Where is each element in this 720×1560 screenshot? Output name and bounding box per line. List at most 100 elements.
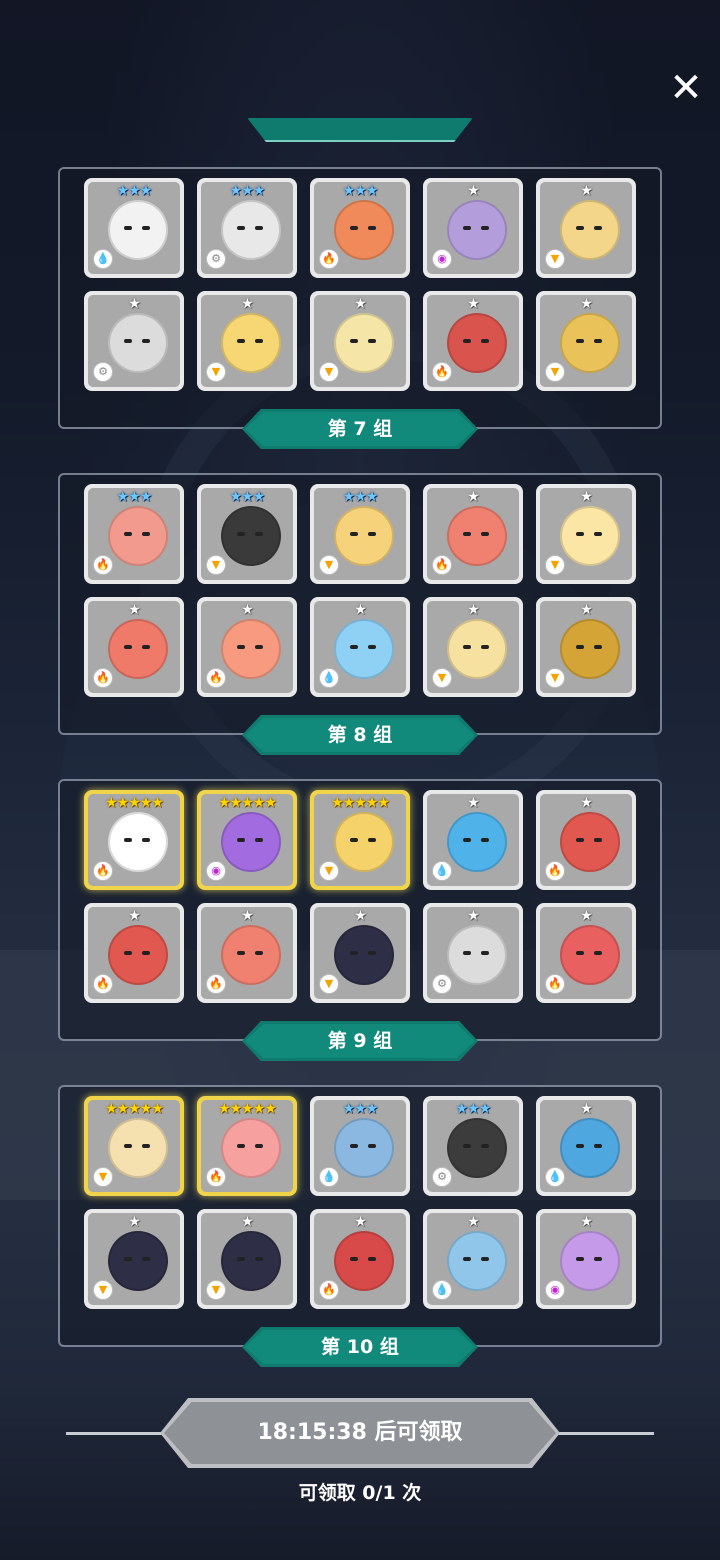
group-label: 第 7 组 [327,418,393,440]
hero-avatar [560,200,620,260]
star-rating: ★★★ [342,183,379,199]
hero-slot[interactable]: ★ 💧 [423,790,523,890]
hero-portrait: ★ ◉ [540,1213,632,1305]
hero-eye [255,532,263,536]
star-rating: ★★★★★ [105,795,164,811]
hero-slot[interactable]: ★★★★★ ▼ [84,1096,184,1196]
hero-slot[interactable]: ★★★ ⚙ [197,178,297,278]
hero-portrait: ★ 🔥 [88,907,180,999]
hero-slot[interactable]: ★ ◉ [423,178,523,278]
hero-slot[interactable]: ★★★ ▼ [310,484,410,584]
hero-avatar [221,200,281,260]
hero-avatar [447,1118,507,1178]
star-rating: ★★★★★ [218,1101,277,1117]
hero-slot[interactable]: ★ ▼ [536,597,636,697]
hero-slot[interactable]: ★ 🔥 [423,291,523,391]
hero-slot[interactable]: ★ ▼ [310,903,410,1003]
hero-avatar [221,313,281,373]
hero-portrait: ★★★★★ 🔥 [201,1100,293,1192]
fire-element-icon: 🔥 [93,861,113,881]
hero-eye [255,838,263,842]
hero-avatar [334,200,394,260]
star-rating: ★★★ [229,489,266,505]
fire-element-icon: 🔥 [93,974,113,994]
hero-slot[interactable]: ★ 🔥 [310,1209,410,1309]
hero-slot[interactable]: ★ 🔥 [84,597,184,697]
hero-eye [350,645,358,649]
hero-eye [350,838,358,842]
hero-avatar [108,506,168,566]
star-rating: ★ [580,1214,593,1230]
hero-portrait: ★ ▼ [88,1213,180,1305]
hero-portrait: ★ 🔥 [314,1213,406,1305]
hero-slot[interactable]: ★ ◉ [536,1209,636,1309]
claim-timer-button[interactable]: 18:15:38 后可领取 [160,1398,560,1468]
hero-slot[interactable]: ★ ⚙ [84,291,184,391]
hero-portrait: ★ 💧 [427,794,519,886]
group-panel: ★★★ 💧 ★★★ ⚙ ★★★ 🔥 ★ ◉ ★ ▼ ★ ⚙ ★ ▼ ★ ▼ ★ 🔥 ★ ▼ [58,167,662,429]
hero-portrait: ★ 🔥 [427,488,519,580]
hero-slot[interactable]: ★ ▼ [536,178,636,278]
hero-slot[interactable]: ★★★ 💧 [84,178,184,278]
star-rating: ★ [354,1214,367,1230]
timer-divider-left [66,1432,162,1435]
hero-slot[interactable]: ★ ▼ [84,1209,184,1309]
hero-eye [350,1257,358,1261]
hero-slot[interactable]: ★★★ 🔥 [84,484,184,584]
hero-portrait: ★★★ ⚙ [427,1100,519,1192]
hero-eye [350,1144,358,1148]
hero-slot[interactable]: ★ ▼ [197,1209,297,1309]
hero-slot[interactable]: ★★★★★ ▼ [310,790,410,890]
hero-eye [237,226,245,230]
group-label-ribbon: 第 10 组 [242,1327,478,1367]
water-element-icon: 💧 [432,1280,452,1300]
group-label: 第 10 组 [321,1336,399,1358]
light-element-icon: ▼ [319,974,339,994]
hero-slot[interactable]: ★ 🔥 [84,903,184,1003]
hero-portrait: ★ ⚙ [88,295,180,387]
hero-slot[interactable]: ★ ⚙ [423,903,523,1003]
hero-eye [124,1144,132,1148]
hero-avatar [334,812,394,872]
hero-slot[interactable]: ★ 💧 [423,1209,523,1309]
hero-slot[interactable]: ★ 🔥 [197,903,297,1003]
hero-slot[interactable]: ★ ▼ [197,291,297,391]
neutral-element-icon: ⚙ [93,362,113,382]
hero-slot[interactable]: ★ 💧 [536,1096,636,1196]
hero-slot[interactable]: ★★★ 💧 [310,1096,410,1196]
star-rating: ★ [128,296,141,312]
hero-slot[interactable]: ★★★★★ ◉ [197,790,297,890]
hero-slot[interactable]: ★ ▼ [536,291,636,391]
star-rating: ★ [580,908,593,924]
fire-element-icon: 🔥 [93,668,113,688]
hero-slot[interactable]: ★ ▼ [423,597,523,697]
close-icon[interactable]: ✕ [664,66,708,110]
hero-slot[interactable]: ★★★ ▼ [197,484,297,584]
hero-portrait: ★ ▼ [540,601,632,693]
hero-slot[interactable]: ★ 🔥 [197,597,297,697]
hero-slot[interactable]: ★★★★★ 🔥 [84,790,184,890]
timer-divider-right [558,1432,654,1435]
hero-slot[interactable]: ★ 💧 [310,597,410,697]
hero-eye [481,339,489,343]
hero-slot[interactable]: ★ ▼ [536,484,636,584]
star-rating: ★ [241,1214,254,1230]
hero-eye [350,951,358,955]
hero-eye [576,951,584,955]
hero-slot[interactable]: ★★★ ⚙ [423,1096,523,1196]
hero-eye [237,838,245,842]
hero-slot[interactable]: ★ 🔥 [423,484,523,584]
star-rating: ★ [467,602,480,618]
hero-portrait: ★ 💧 [540,1100,632,1192]
hero-avatar [560,925,620,985]
hero-avatar [221,1118,281,1178]
hero-slot[interactable]: ★★★★★ 🔥 [197,1096,297,1196]
hero-eye [368,951,376,955]
hero-slot[interactable]: ★ 🔥 [536,903,636,1003]
hero-slot[interactable]: ★ ▼ [310,291,410,391]
hero-slot[interactable]: ★ 🔥 [536,790,636,890]
hero-slot[interactable]: ★★★ 🔥 [310,178,410,278]
hero-eye [368,1144,376,1148]
light-element-icon: ▼ [545,555,565,575]
light-element-icon: ▼ [93,1280,113,1300]
